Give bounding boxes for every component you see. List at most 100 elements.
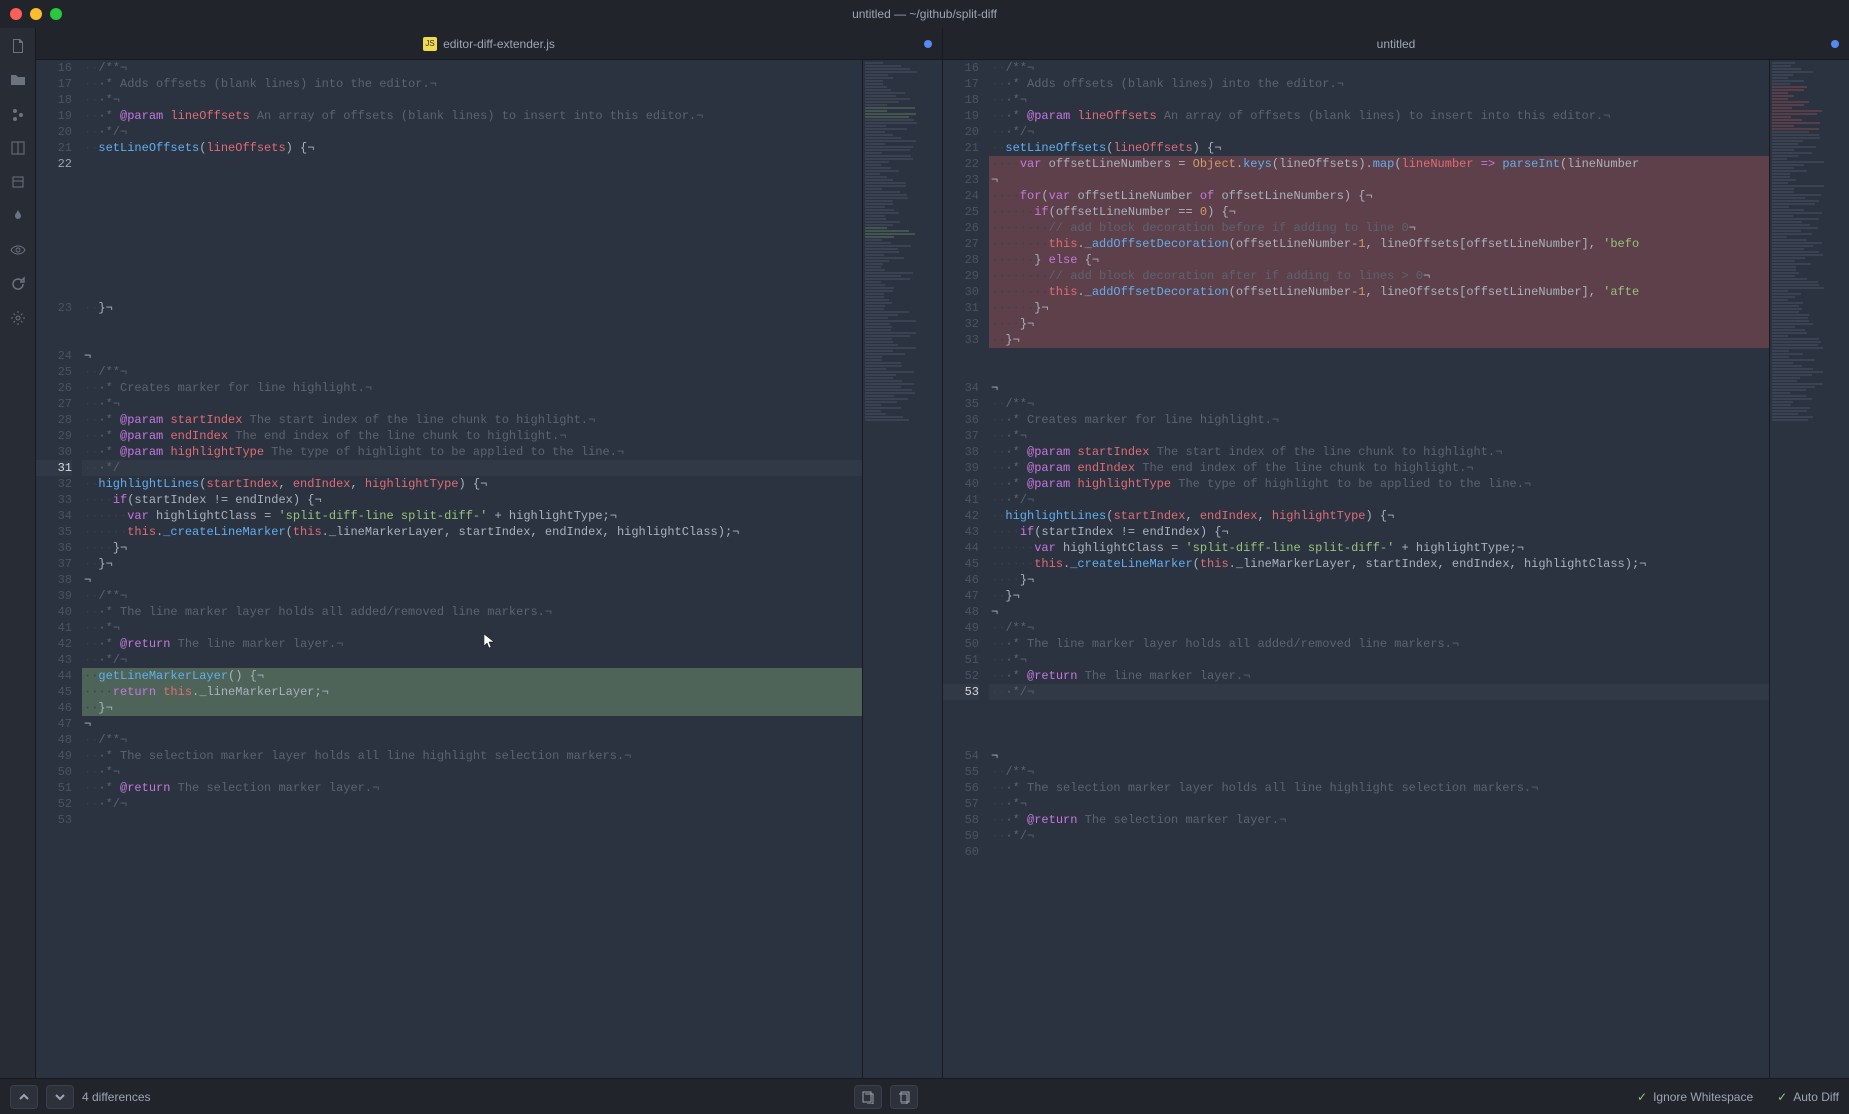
code-line[interactable]: ··/**¬ [989, 60, 1769, 76]
code-line[interactable]: ···* @param highlightType The type of hi… [82, 444, 862, 460]
code-line[interactable]: ····for(var offsetLineNumber of offsetLi… [989, 188, 1769, 204]
code-line[interactable]: ······}¬ [989, 300, 1769, 316]
code-line[interactable]: ···* The selection marker layer holds al… [989, 780, 1769, 796]
auto-diff-toggle[interactable]: ✓ Auto Diff [1777, 1090, 1839, 1104]
code-line[interactable] [989, 348, 1769, 364]
code-line[interactable]: ···* Creates marker for line highlight.¬ [989, 412, 1769, 428]
code-line[interactable]: ···*¬ [989, 796, 1769, 812]
code-line[interactable]: ···*/ [82, 460, 862, 476]
refresh-icon[interactable] [8, 274, 28, 294]
code-line[interactable] [82, 220, 862, 236]
code-line[interactable] [82, 268, 862, 284]
code-line[interactable] [82, 156, 862, 172]
code-content[interactable]: ··/**¬···* Adds offsets (blank lines) in… [989, 60, 1769, 1078]
code-line[interactable] [82, 316, 862, 332]
code-line[interactable]: ···* @return The selection marker layer.… [82, 780, 862, 796]
code-line[interactable] [989, 732, 1769, 748]
code-line[interactable]: ¬ [82, 572, 862, 588]
code-line[interactable] [82, 204, 862, 220]
code-content[interactable]: ··/**¬···* Adds offsets (blank lines) in… [82, 60, 862, 1078]
code-line[interactable]: ···* @param highlightType The type of hi… [989, 476, 1769, 492]
code-line[interactable]: ··}¬ [82, 700, 862, 716]
code-line[interactable]: ··getLineMarkerLayer() {¬ [82, 668, 862, 684]
code-line[interactable]: ···* @return The selection marker layer.… [989, 812, 1769, 828]
code-line[interactable]: ···*/¬ [989, 828, 1769, 844]
code-line[interactable] [989, 716, 1769, 732]
code-line[interactable]: ···*¬ [989, 428, 1769, 444]
code-line[interactable]: ··/**¬ [82, 732, 862, 748]
code-line[interactable]: ··/**¬ [82, 60, 862, 76]
eye-icon[interactable] [8, 240, 28, 260]
code-line[interactable]: ¬ [82, 716, 862, 732]
code-line[interactable]: ····if(startIndex != endIndex) {¬ [989, 524, 1769, 540]
code-line[interactable]: ···* @param startIndex The start index o… [82, 412, 862, 428]
minimize-window-button[interactable] [30, 8, 42, 20]
code-line[interactable]: ········// add block decoration before i… [989, 220, 1769, 236]
close-window-button[interactable] [10, 8, 22, 20]
code-line[interactable]: ··/**¬ [989, 620, 1769, 636]
code-line[interactable]: ··setLineOffsets(lineOffsets) {¬ [82, 140, 862, 156]
code-line[interactable]: ······if(offsetLineNumber == 0) {¬ [989, 204, 1769, 220]
code-line[interactable]: ···*¬ [82, 396, 862, 412]
folder-icon[interactable] [8, 70, 28, 90]
code-line[interactable]: ···* Adds offsets (blank lines) into the… [989, 76, 1769, 92]
code-line[interactable]: ···*/¬ [82, 796, 862, 812]
code-line[interactable]: ···* Adds offsets (blank lines) into the… [82, 76, 862, 92]
git-icon[interactable] [8, 104, 28, 124]
code-line[interactable]: ···*¬ [989, 92, 1769, 108]
code-line[interactable]: ····return this._lineMarkerLayer;¬ [82, 684, 862, 700]
code-line[interactable]: ···* @return The line marker layer.¬ [82, 636, 862, 652]
code-line[interactable] [82, 188, 862, 204]
code-line[interactable]: ····var offsetLineNumbers = Object.keys(… [989, 156, 1769, 172]
code-line[interactable]: ······var highlightClass = 'split-diff-l… [82, 508, 862, 524]
code-line[interactable]: ··}¬ [989, 588, 1769, 604]
code-line[interactable] [989, 844, 1769, 860]
ignore-whitespace-toggle[interactable]: ✓ Ignore Whitespace [1637, 1090, 1753, 1104]
code-line[interactable] [82, 812, 862, 828]
code-line[interactable]: ···* @param endIndex The end index of th… [989, 460, 1769, 476]
code-line[interactable] [82, 252, 862, 268]
code-line[interactable]: ¬ [989, 380, 1769, 396]
code-line[interactable]: ····if(startIndex != endIndex) {¬ [82, 492, 862, 508]
code-line[interactable]: ········this._addOffsetDecoration(offset… [989, 236, 1769, 252]
code-line[interactable]: ······var highlightClass = 'split-diff-l… [989, 540, 1769, 556]
code-line[interactable]: ···* @param startIndex The start index o… [989, 444, 1769, 460]
prev-diff-button[interactable] [10, 1085, 38, 1109]
code-line[interactable]: ··/**¬ [82, 364, 862, 380]
code-line[interactable]: ······this._createLineMarker(this._lineM… [82, 524, 862, 540]
code-line[interactable]: ······} else {¬ [989, 252, 1769, 268]
code-line[interactable]: ········// add block decoration after if… [989, 268, 1769, 284]
code-line[interactable]: ···*¬ [82, 92, 862, 108]
code-editor[interactable]: 1617181920212223242526272829303132333435… [36, 60, 862, 1078]
next-diff-button[interactable] [46, 1085, 74, 1109]
code-line[interactable]: ¬ [82, 348, 862, 364]
code-line[interactable] [82, 284, 862, 300]
code-line[interactable]: ···*/¬ [989, 492, 1769, 508]
code-line[interactable]: ···*¬ [82, 620, 862, 636]
code-editor[interactable]: 1617181920212223242526272829303132333435… [943, 60, 1769, 1078]
code-line[interactable]: ···* @param lineOffsets An array of offs… [82, 108, 862, 124]
code-line[interactable]: ········this._addOffsetDecoration(offset… [989, 284, 1769, 300]
file-icon[interactable] [8, 36, 28, 56]
minimap[interactable] [862, 60, 942, 1078]
code-line[interactable]: ¬ [989, 748, 1769, 764]
code-line[interactable]: ··}¬ [82, 300, 862, 316]
code-line[interactable]: ···*/¬ [82, 124, 862, 140]
code-line[interactable] [82, 236, 862, 252]
code-line[interactable]: ··/**¬ [989, 396, 1769, 412]
code-line[interactable]: ···* @param lineOffsets An array of offs… [989, 108, 1769, 124]
panels-icon[interactable] [8, 138, 28, 158]
code-line[interactable]: ···*/¬ [989, 684, 1769, 700]
code-line[interactable]: ··/**¬ [82, 588, 862, 604]
code-line[interactable]: ··highlightLines(startIndex, endIndex, h… [989, 508, 1769, 524]
code-line[interactable]: ····}¬ [82, 540, 862, 556]
code-line[interactable]: ······this._createLineMarker(this._lineM… [989, 556, 1769, 572]
code-line[interactable]: ···*/¬ [989, 124, 1769, 140]
copy-left-button[interactable] [854, 1085, 882, 1109]
code-line[interactable]: ··highlightLines(startIndex, endIndex, h… [82, 476, 862, 492]
code-line[interactable]: ···* @param endIndex The end index of th… [82, 428, 862, 444]
code-line[interactable]: ···* The selection marker layer holds al… [82, 748, 862, 764]
code-line[interactable]: ··setLineOffsets(lineOffsets) {¬ [989, 140, 1769, 156]
code-line[interactable]: ¬ [989, 604, 1769, 620]
code-line[interactable]: ···* The line marker layer holds all add… [82, 604, 862, 620]
